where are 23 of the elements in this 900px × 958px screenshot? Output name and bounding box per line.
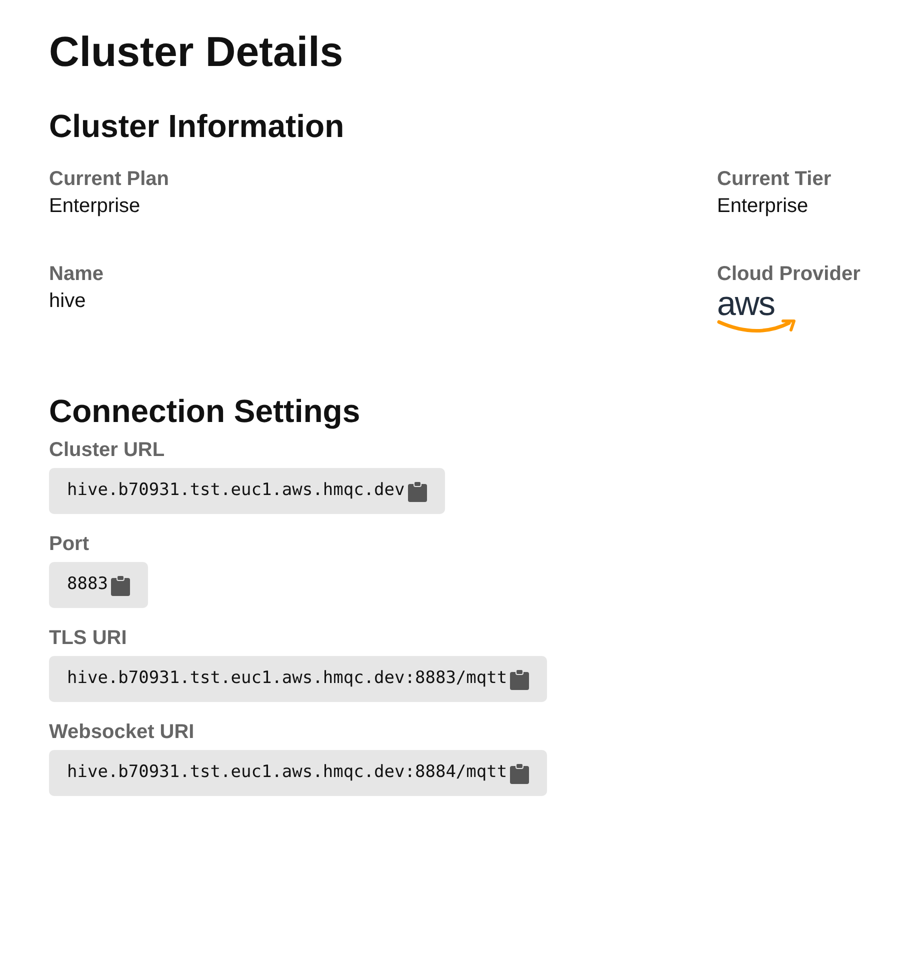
- field-label: Cluster URL: [49, 438, 165, 463]
- field-label: Websocket URI: [49, 720, 194, 745]
- field-label: Name: [49, 262, 104, 287]
- provider-logo: aws: [717, 289, 797, 333]
- code-value: hive.b70931.tst.euc1.aws.hmqc.dev: [49, 468, 445, 514]
- section-heading: Cluster Information: [49, 107, 344, 146]
- field-label: Current Plan: [49, 167, 170, 192]
- field-value: Enterprise: [49, 194, 142, 219]
- page-title: Cluster Details: [49, 27, 344, 77]
- field-label: Port: [49, 532, 89, 557]
- clipboard-icon[interactable]: [510, 762, 530, 784]
- field-value: Enterprise: [717, 194, 810, 219]
- field-value: hive: [49, 289, 87, 314]
- field-label: Cloud Provider: [717, 262, 862, 287]
- clipboard-icon[interactable]: [110, 574, 130, 596]
- code-value: 8883: [49, 562, 148, 608]
- section-heading: Connection Settings: [49, 392, 360, 431]
- clipboard-icon[interactable]: [408, 480, 427, 502]
- clipboard-icon[interactable]: [510, 668, 530, 690]
- code-value: hive.b70931.tst.euc1.aws.hmqc.dev:8883/mqtt: [49, 656, 548, 702]
- code-value: hive.b70931.tst.euc1.aws.hmqc.dev:8884/mqtt: [49, 750, 548, 796]
- field-label: Current Tier: [717, 167, 832, 192]
- field-label: TLS URI: [49, 626, 127, 651]
